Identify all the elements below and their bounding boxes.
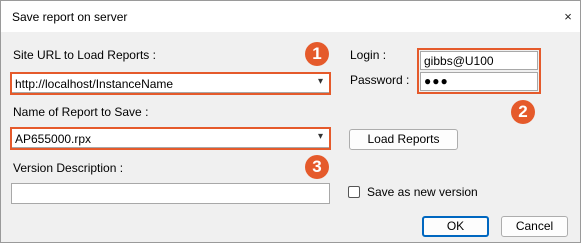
report-name-dropdown[interactable]: AP655000.rpx ▾ bbox=[11, 128, 330, 148]
site-url-value: http://localhost/InstanceName bbox=[15, 77, 174, 91]
save-as-new-version-checkbox[interactable] bbox=[348, 186, 360, 198]
chevron-down-icon: ▾ bbox=[317, 76, 323, 87]
dialog-title: Save report on server bbox=[12, 10, 128, 24]
close-icon[interactable]: × bbox=[561, 10, 575, 24]
callout-badge-3: 3 bbox=[305, 155, 329, 179]
version-description-input[interactable] bbox=[11, 183, 330, 204]
site-url-label: Site URL to Load Reports : bbox=[13, 48, 156, 62]
login-label: Login : bbox=[350, 48, 387, 62]
password-input[interactable]: ●●● bbox=[420, 72, 538, 91]
login-input[interactable]: gibbs@U100 bbox=[420, 51, 538, 70]
cancel-button[interactable]: Cancel bbox=[501, 216, 568, 237]
callout-badge-2: 2 bbox=[511, 100, 535, 124]
login-value: gibbs@U100 bbox=[424, 54, 494, 68]
load-reports-button[interactable]: Load Reports bbox=[349, 129, 458, 150]
report-name-value: AP655000.rpx bbox=[15, 132, 92, 146]
password-label: Password : bbox=[350, 73, 410, 87]
password-value: ●●● bbox=[424, 74, 449, 88]
callout-badge-1: 1 bbox=[305, 42, 329, 66]
ok-button[interactable]: OK bbox=[422, 216, 489, 237]
site-url-dropdown[interactable]: http://localhost/InstanceName ▾ bbox=[11, 73, 330, 93]
report-name-label: Name of Report to Save : bbox=[13, 105, 149, 119]
title-bar: Save report on server × bbox=[1, 1, 580, 32]
save-as-new-version-label[interactable]: Save as new version bbox=[367, 185, 478, 199]
version-description-label: Version Description : bbox=[13, 161, 124, 175]
dialog-window: Save report on server × Site URL to Load… bbox=[0, 0, 581, 243]
chevron-down-icon: ▾ bbox=[317, 131, 323, 142]
